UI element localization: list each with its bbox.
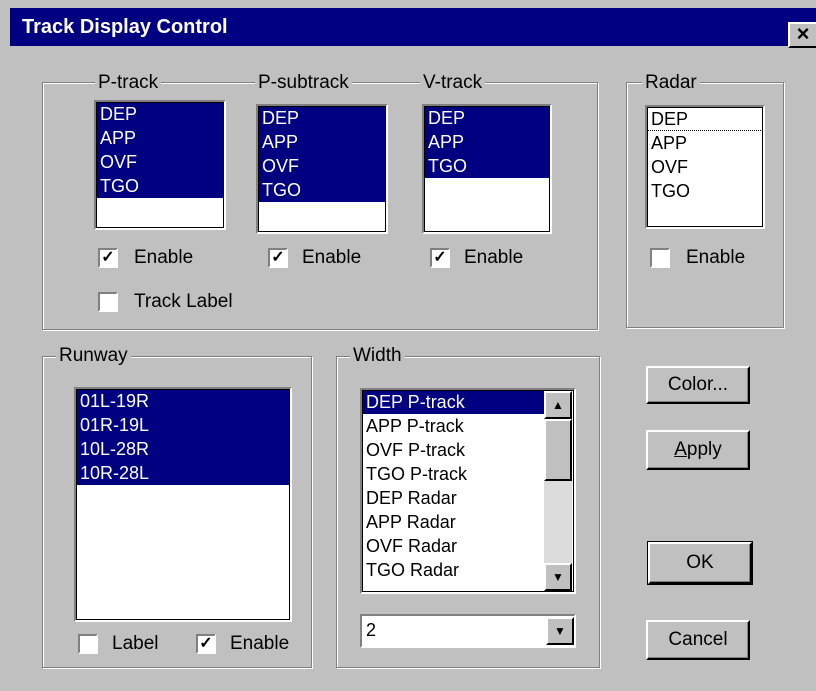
color-button[interactable]: Color... <box>646 366 750 404</box>
psubtrack-listbox[interactable]: DEP APP OVF TGO <box>256 104 388 234</box>
scroll-thumb[interactable] <box>544 419 572 481</box>
list-item[interactable]: 10R-28L <box>76 461 290 485</box>
radar-enable-checkbox[interactable] <box>650 248 670 268</box>
list-item[interactable]: DEP P-track <box>362 390 544 414</box>
psubtrack-enable-checkbox[interactable]: ✓ <box>268 248 288 268</box>
list-item[interactable]: OVF Radar <box>362 534 544 558</box>
list-item[interactable]: TGO P-track <box>362 462 544 486</box>
list-item[interactable]: TGO <box>424 154 550 178</box>
width-combobox[interactable]: 2 ▼ <box>360 614 576 648</box>
combo-dropdown-button[interactable]: ▼ <box>546 617 574 645</box>
arrow-down-icon: ▼ <box>552 570 564 584</box>
ptrack-enable-checkbox[interactable]: ✓ <box>98 248 118 268</box>
list-item[interactable]: APP <box>96 126 224 150</box>
list-item[interactable]: APP P-track <box>362 414 544 438</box>
vtrack-enable-checkbox[interactable]: ✓ <box>430 248 450 268</box>
chevron-down-icon: ▼ <box>554 624 566 638</box>
vtrack-listbox[interactable]: DEP APP TGO <box>422 104 552 234</box>
window-title: Track Display Control <box>22 16 228 38</box>
list-item[interactable]: APP Radar <box>362 510 544 534</box>
list-item[interactable]: APP <box>647 131 763 155</box>
radar-listbox[interactable]: DEP APP OVF TGO <box>645 105 765 229</box>
list-item[interactable]: OVF P-track <box>362 438 544 462</box>
checkmark-icon: ✓ <box>271 249 285 266</box>
apply-label: Apply <box>674 439 722 460</box>
ptrack-label: P-track <box>95 73 162 93</box>
track-label-checkbox[interactable] <box>98 292 118 312</box>
width-combo-value: 2 <box>366 620 377 640</box>
runway-listbox[interactable]: 01L-19R 01R-19L 10L-28R 10R-28L <box>74 387 292 622</box>
ok-button[interactable]: OK <box>647 541 753 585</box>
arrow-up-icon: ▲ <box>552 398 564 412</box>
width-scrollbar[interactable]: ▲ ▼ <box>544 391 572 591</box>
list-item[interactable]: TGO Radar <box>362 558 544 582</box>
scroll-up-button[interactable]: ▲ <box>544 391 572 419</box>
runway-label-checkbox[interactable] <box>78 634 98 654</box>
list-item[interactable]: 01L-19R <box>76 389 290 413</box>
ptrack-listbox[interactable]: DEP APP OVF TGO <box>94 100 226 230</box>
radar-enable-label: Enable <box>686 247 746 268</box>
vtrack-label: V-track <box>420 73 486 93</box>
title-bar: Track Display Control × <box>10 8 816 48</box>
list-item[interactable]: 10L-28R <box>76 437 290 461</box>
list-item[interactable]: DEP <box>258 106 386 130</box>
vtrack-enable-label: Enable <box>464 247 524 268</box>
psubtrack-enable-label: Enable <box>302 247 362 268</box>
list-item[interactable]: TGO <box>96 174 224 198</box>
psubtrack-label: P-subtrack <box>255 73 352 93</box>
list-item[interactable]: 01R-19L <box>76 413 290 437</box>
width-label: Width <box>350 346 405 366</box>
runway-label: Runway <box>56 346 131 366</box>
list-item[interactable]: APP <box>424 130 550 154</box>
list-item[interactable]: OVF <box>96 150 224 174</box>
scroll-down-button[interactable]: ▼ <box>544 563 572 591</box>
list-item[interactable]: OVF <box>258 154 386 178</box>
list-item[interactable]: DEP <box>647 107 763 131</box>
track-label-label: Track Label <box>134 291 233 312</box>
runway-label-checkbox-label: Label <box>112 633 159 654</box>
list-item[interactable]: OVF <box>647 155 763 179</box>
list-item[interactable]: APP <box>258 130 386 154</box>
checkmark-icon: ✓ <box>101 249 115 266</box>
track-display-dialog: Track Display Control × P-track P-subtra… <box>0 0 816 691</box>
list-item[interactable]: TGO <box>647 179 763 203</box>
list-item[interactable]: DEP Radar <box>362 486 544 510</box>
list-item[interactable]: TGO <box>258 178 386 202</box>
checkmark-icon: ✓ <box>433 249 447 266</box>
checkmark-icon: ✓ <box>199 635 213 652</box>
apply-button[interactable]: Apply <box>646 430 750 470</box>
list-item[interactable]: DEP <box>96 102 224 126</box>
radar-label: Radar <box>642 73 700 93</box>
close-button[interactable]: × <box>788 22 816 48</box>
runway-enable-label: Enable <box>230 633 290 654</box>
ptrack-enable-label: Enable <box>134 247 194 268</box>
list-item[interactable]: DEP <box>424 106 550 130</box>
runway-enable-checkbox[interactable]: ✓ <box>196 634 216 654</box>
cancel-button[interactable]: Cancel <box>646 620 750 660</box>
